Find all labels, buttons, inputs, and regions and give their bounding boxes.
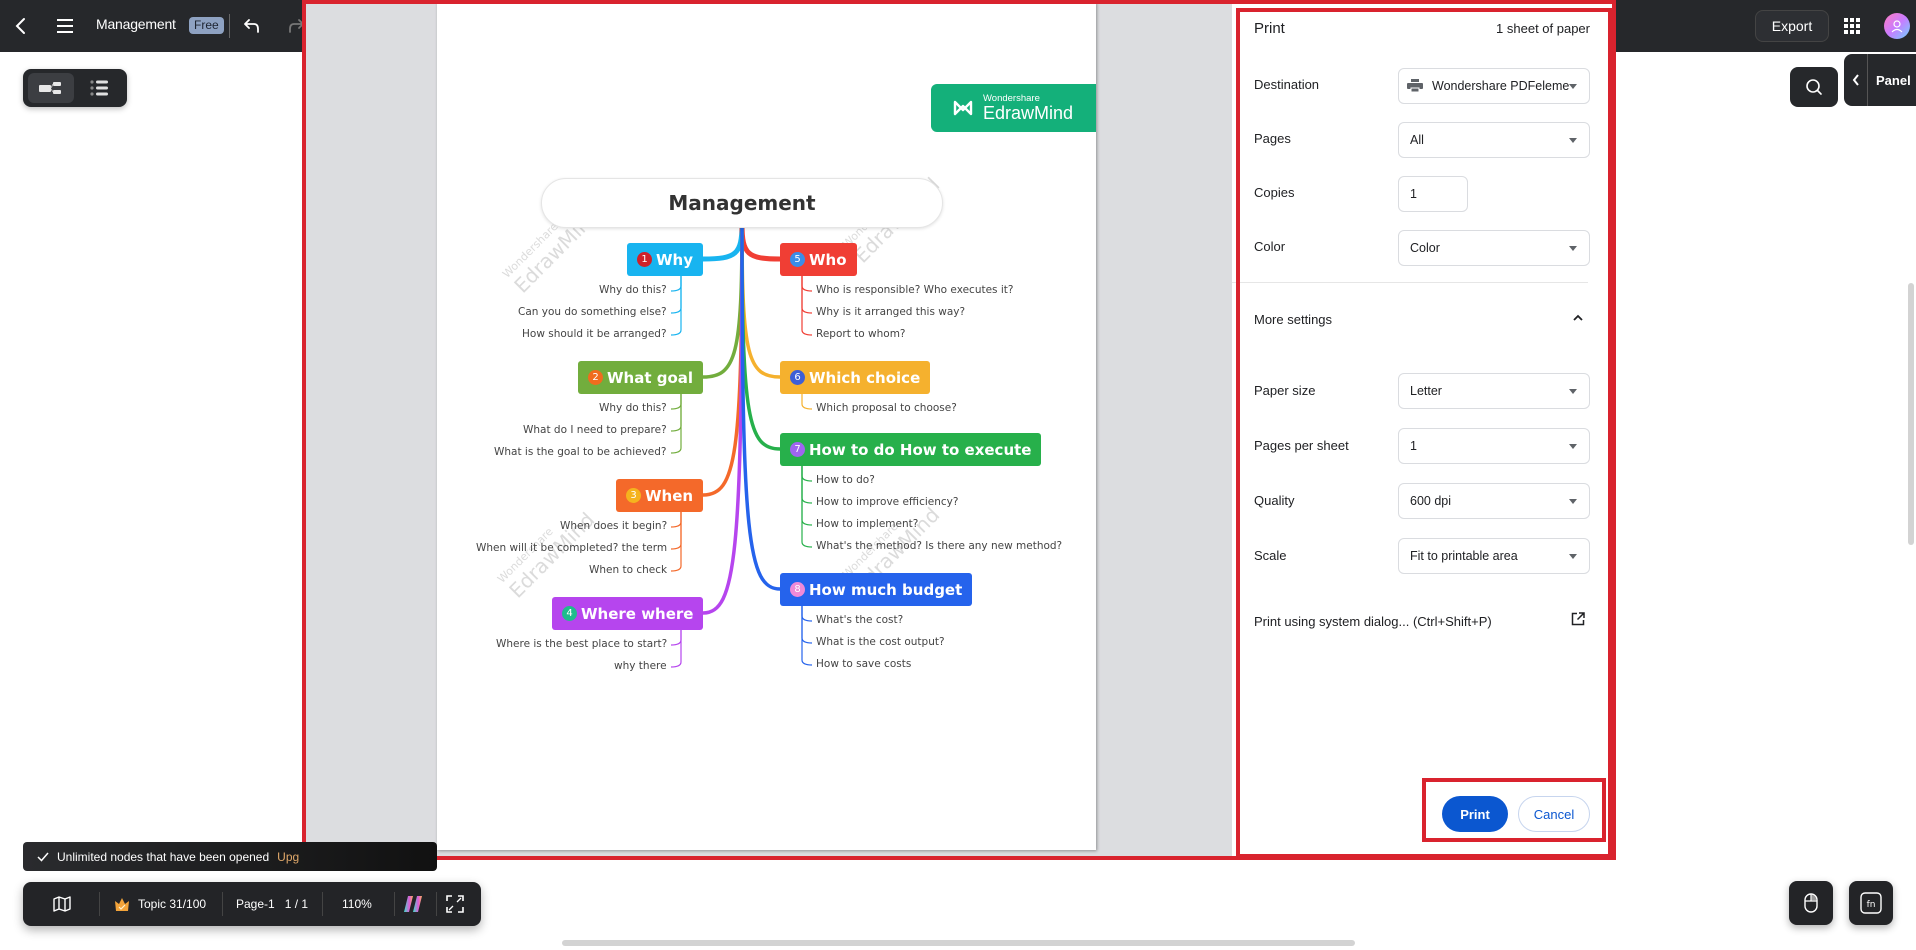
outline-view-button[interactable]	[76, 73, 122, 103]
panel-toggle[interactable]: Panel	[1844, 54, 1916, 106]
page-index: 1 / 1	[284, 897, 309, 911]
user-avatar-icon	[1891, 20, 1903, 33]
mindmap-icon	[39, 82, 61, 94]
chevron-left-icon	[15, 18, 25, 34]
outline-list-icon	[90, 80, 108, 96]
mouse-mode-button[interactable]	[1789, 881, 1833, 925]
edraw-ai-logo-icon	[404, 896, 422, 912]
apps-button[interactable]	[1836, 10, 1868, 42]
panel-label: Panel	[1876, 72, 1911, 88]
topic-count[interactable]: Topic 31/100	[113, 882, 206, 926]
chevron-left-icon	[1852, 74, 1859, 86]
toolbar-divider	[229, 14, 230, 38]
status-divider	[222, 892, 223, 916]
search-icon	[1806, 79, 1822, 95]
plan-badge: Free	[189, 17, 224, 34]
toast-text: Unlimited nodes that have been opened	[57, 849, 270, 864]
status-divider	[436, 892, 437, 916]
search-button[interactable]	[1790, 67, 1838, 107]
function-key-icon: fn	[1860, 892, 1882, 914]
status-divider	[322, 892, 323, 916]
highlight-frame-print-preview	[302, 0, 1616, 860]
checkmark-icon	[37, 852, 49, 862]
hamburger-icon	[57, 19, 73, 33]
status-divider	[394, 892, 395, 916]
mouse-mode-icon	[1804, 893, 1818, 913]
status-divider	[99, 892, 100, 916]
upgrade-link[interactable]: Upg	[277, 850, 299, 864]
function-keys-button[interactable]: fn	[1849, 881, 1893, 925]
status-bar: Topic 31/100 Page-1 1 / 1 110%	[23, 882, 481, 926]
outline-map-button[interactable]	[53, 882, 71, 926]
page-name: Page-1	[236, 897, 275, 911]
map-icon	[53, 896, 71, 912]
mindmap-view-button[interactable]	[28, 73, 74, 103]
panel-expand-button[interactable]	[1844, 54, 1868, 106]
topic-count-text: Topic 31/100	[138, 897, 207, 911]
undo-button[interactable]	[236, 10, 268, 42]
horizontal-scrollbar[interactable]	[562, 940, 1355, 946]
undo-icon	[244, 19, 259, 33]
apps-grid-icon	[1844, 18, 1860, 34]
svg-text:fn: fn	[1867, 900, 1876, 910]
upgrade-toast: Unlimited nodes that have been opened Up…	[23, 842, 437, 871]
back-button[interactable]	[5, 10, 37, 42]
page-indicator[interactable]: Page-1 1 / 1	[236, 882, 308, 926]
fullscreen-button[interactable]	[446, 882, 464, 926]
avatar[interactable]	[1884, 13, 1910, 39]
menu-button[interactable]	[49, 10, 81, 42]
zoom-level[interactable]: 110%	[342, 882, 372, 926]
crown-icon	[115, 898, 129, 911]
vertical-scrollbar[interactable]	[1908, 283, 1914, 545]
view-switch	[23, 69, 127, 107]
export-button[interactable]: Export	[1755, 10, 1829, 42]
document-title[interactable]: Management	[96, 16, 176, 32]
fullscreen-icon	[446, 895, 464, 913]
ai-button[interactable]	[403, 882, 425, 926]
